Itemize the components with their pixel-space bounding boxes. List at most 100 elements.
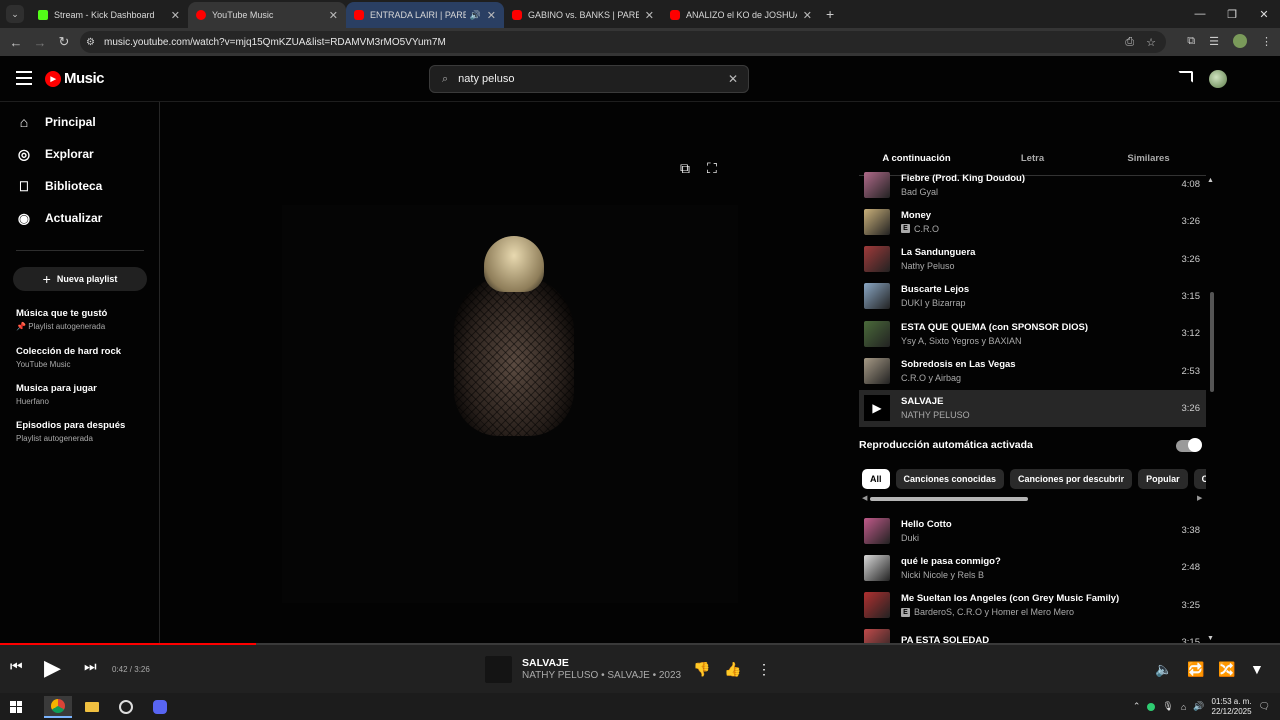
hamburger-menu-icon[interactable] bbox=[16, 71, 32, 85]
bookmark-star-icon[interactable]: ☆ bbox=[1146, 36, 1156, 49]
filter-chip[interactable]: All bbox=[862, 469, 890, 489]
track-title: Hello Cotto bbox=[901, 518, 952, 530]
browser-tab-2[interactable]: ENTRADA LAIRI | PARENSE 🔊 ✕ bbox=[346, 2, 504, 28]
sidebar-item-explorar[interactable]: ◎ Explorar bbox=[16, 146, 94, 162]
miniplayer-icon[interactable]: ⧉ bbox=[680, 160, 690, 177]
taskbar-obs[interactable] bbox=[112, 696, 140, 718]
audio-playing-icon[interactable]: 🔊 bbox=[470, 10, 481, 21]
playlist-item[interactable]: Musica para jugar Huerfano bbox=[16, 383, 97, 406]
list-item[interactable]: ESTA QUE QUEMA (con SPONSOR DIOS) Ysy A, … bbox=[859, 315, 1206, 352]
tray-overflow-icon[interactable]: ⌃ bbox=[1133, 701, 1141, 712]
close-tab-icon[interactable]: ✕ bbox=[487, 9, 496, 22]
track-duration: 3:26 bbox=[1181, 216, 1201, 228]
list-item[interactable]: Hello Cotto Duki 3:38 bbox=[859, 512, 1206, 549]
shuffle-icon[interactable]: 🔀 bbox=[1218, 661, 1235, 678]
new-playlist-button[interactable]: + Nueva playlist bbox=[13, 267, 147, 291]
status-dot-icon[interactable] bbox=[1147, 702, 1156, 711]
filter-chip[interactable]: Canciones conocidas bbox=[895, 469, 1005, 489]
playlist-item[interactable]: Episodios para después Playlist autogene… bbox=[16, 420, 125, 443]
url-field[interactable]: ⚙ music.youtube.com/watch?v=mjq15QmKZUA&… bbox=[80, 31, 1166, 53]
list-item[interactable]: Buscarte Lejos DUKI y Bizarrap 3:15 bbox=[859, 278, 1206, 315]
forward-icon[interactable]: → bbox=[28, 35, 52, 50]
reload-icon[interactable]: ↻ bbox=[52, 34, 76, 50]
volume-icon[interactable]: 🔈 bbox=[1155, 661, 1172, 678]
playlist-item[interactable]: Música que te gustó 📌 Playlist autogener… bbox=[16, 308, 107, 331]
list-item[interactable]: qué le pasa conmigo? Nicki Nicole y Rels … bbox=[859, 549, 1206, 586]
pin-icon: 📌 bbox=[16, 322, 26, 331]
play-icon[interactable]: ▶ bbox=[864, 395, 890, 422]
close-tab-icon[interactable]: ✕ bbox=[645, 9, 654, 22]
profile-avatar[interactable] bbox=[1233, 34, 1247, 48]
expand-player-icon[interactable]: ▼ bbox=[1250, 661, 1264, 677]
next-icon[interactable]: ⏭ bbox=[84, 658, 97, 675]
close-tab-icon[interactable]: ✕ bbox=[171, 9, 180, 22]
play-icon[interactable]: ▶ bbox=[44, 655, 61, 681]
scroll-left-icon[interactable]: ◀ bbox=[862, 494, 867, 502]
search-input[interactable]: naty peluso bbox=[458, 73, 514, 85]
list-item[interactable]: Me Sueltan los Angeles (con Grey Music F… bbox=[859, 587, 1206, 624]
clear-search-icon[interactable]: ✕ bbox=[728, 72, 738, 86]
account-avatar[interactable] bbox=[1209, 70, 1227, 88]
minimize-icon[interactable]: — bbox=[1184, 0, 1216, 28]
taskbar-discord[interactable] bbox=[146, 696, 174, 718]
more-options-icon[interactable]: ⋮ bbox=[757, 661, 771, 678]
install-app-icon[interactable]: ⎙ bbox=[1125, 36, 1134, 49]
close-tab-icon[interactable]: ✕ bbox=[329, 9, 338, 22]
scroll-right-icon[interactable]: ▶ bbox=[1197, 494, 1202, 502]
close-window-icon[interactable]: ✕ bbox=[1248, 0, 1280, 28]
taskbar-chrome[interactable] bbox=[44, 695, 72, 718]
scroll-up-icon[interactable]: ▲ bbox=[1207, 177, 1214, 184]
now-playing-title[interactable]: SALVAJE bbox=[522, 657, 569, 669]
repeat-icon[interactable]: 🔁 bbox=[1187, 661, 1204, 678]
network-icon[interactable]: ⌂ bbox=[1181, 702, 1186, 712]
back-icon[interactable]: ← bbox=[4, 35, 28, 50]
previous-icon[interactable]: ⏮ bbox=[10, 658, 23, 675]
list-item[interactable]: La Sandunguera Nathy Peluso 3:26 bbox=[859, 241, 1206, 278]
list-item[interactable]: Fiebre (Prod. King Doudou) Bad Gyal 4:08 bbox=[859, 166, 1206, 203]
queue-scrollbar[interactable] bbox=[1210, 292, 1214, 392]
speaker-icon[interactable]: 🔊 bbox=[1193, 701, 1204, 712]
microphone-icon[interactable]: 🎙 bbox=[1162, 701, 1173, 712]
taskbar-explorer[interactable] bbox=[78, 696, 106, 718]
list-item[interactable]: Money E C.R.O 3:26 bbox=[859, 203, 1206, 240]
autoplay-label: Reproducción automática activada bbox=[859, 439, 1033, 451]
browser-tab-0[interactable]: Stream - Kick Dashboard ✕ bbox=[30, 2, 188, 28]
reading-list-icon[interactable]: ☰ bbox=[1209, 35, 1219, 48]
clock[interactable]: 01:53 a. m. 22/12/2025 bbox=[1212, 697, 1252, 717]
filter-chip[interactable]: C bbox=[1193, 469, 1206, 489]
tab-search-button[interactable]: ⌄ bbox=[6, 5, 24, 23]
restore-icon[interactable]: ❐ bbox=[1216, 0, 1248, 28]
browser-tab-3[interactable]: GABINO vs. BANKS | PARENSE ✕ bbox=[504, 2, 662, 28]
start-button[interactable] bbox=[2, 696, 30, 718]
cast-icon[interactable] bbox=[1178, 71, 1193, 83]
site-info-icon[interactable]: ⚙ bbox=[86, 37, 98, 48]
track-duration: 3:15 bbox=[1181, 290, 1201, 302]
notifications-icon[interactable]: 🗨 bbox=[1259, 701, 1270, 712]
track-thumbnail bbox=[864, 246, 890, 273]
browser-tab-1[interactable]: YouTube Music ✕ bbox=[188, 2, 346, 28]
youtube-music-logo[interactable]: ▶ Music bbox=[45, 70, 105, 87]
autoplay-toggle[interactable] bbox=[1176, 438, 1202, 452]
search-box[interactable]: ⌕ naty peluso ✕ bbox=[429, 65, 749, 93]
like-icon[interactable]: 👍 bbox=[724, 661, 741, 678]
list-item[interactable]: Sobredosis en Las Vegas C.R.O y Airbag 2:5… bbox=[859, 353, 1206, 390]
chips-scrollbar[interactable] bbox=[870, 497, 1028, 501]
chrome-menu-icon[interactable]: ⋮ bbox=[1261, 35, 1272, 48]
sidebar-item-principal[interactable]: ⌂ Principal bbox=[16, 114, 96, 130]
dislike-icon[interactable]: 👎 bbox=[693, 661, 710, 678]
browser-tab-4[interactable]: ANALIZO el KO de JOSHUA a JA ✕ bbox=[662, 2, 820, 28]
playlist-item[interactable]: Colección de hard rock YouTube Music bbox=[16, 346, 121, 369]
new-tab-button[interactable]: + bbox=[826, 6, 834, 22]
now-playing-thumbnail[interactable] bbox=[485, 656, 512, 683]
list-item[interactable]: ▶ SALVAJE NATHY PELUSO 3:26 bbox=[859, 389, 1206, 427]
close-tab-icon[interactable]: ✕ bbox=[803, 9, 812, 22]
sidebar-item-biblioteca[interactable]: ⎕ Biblioteca bbox=[16, 178, 103, 194]
fullscreen-icon[interactable]: ⛶ bbox=[707, 160, 717, 177]
now-playing-subtitle[interactable]: NATHY PELUSO • SALVAJE • 2023 bbox=[522, 670, 681, 681]
track-thumbnail bbox=[864, 208, 890, 235]
filter-chip[interactable]: Canciones por descubrir bbox=[1010, 469, 1133, 489]
scroll-down-icon[interactable]: ▼ bbox=[1207, 635, 1214, 642]
filter-chip[interactable]: Popular bbox=[1138, 469, 1188, 489]
extensions-icon[interactable]: ⧉ bbox=[1187, 35, 1195, 48]
sidebar-item-actualizar[interactable]: ◉ Actualizar bbox=[16, 210, 102, 226]
